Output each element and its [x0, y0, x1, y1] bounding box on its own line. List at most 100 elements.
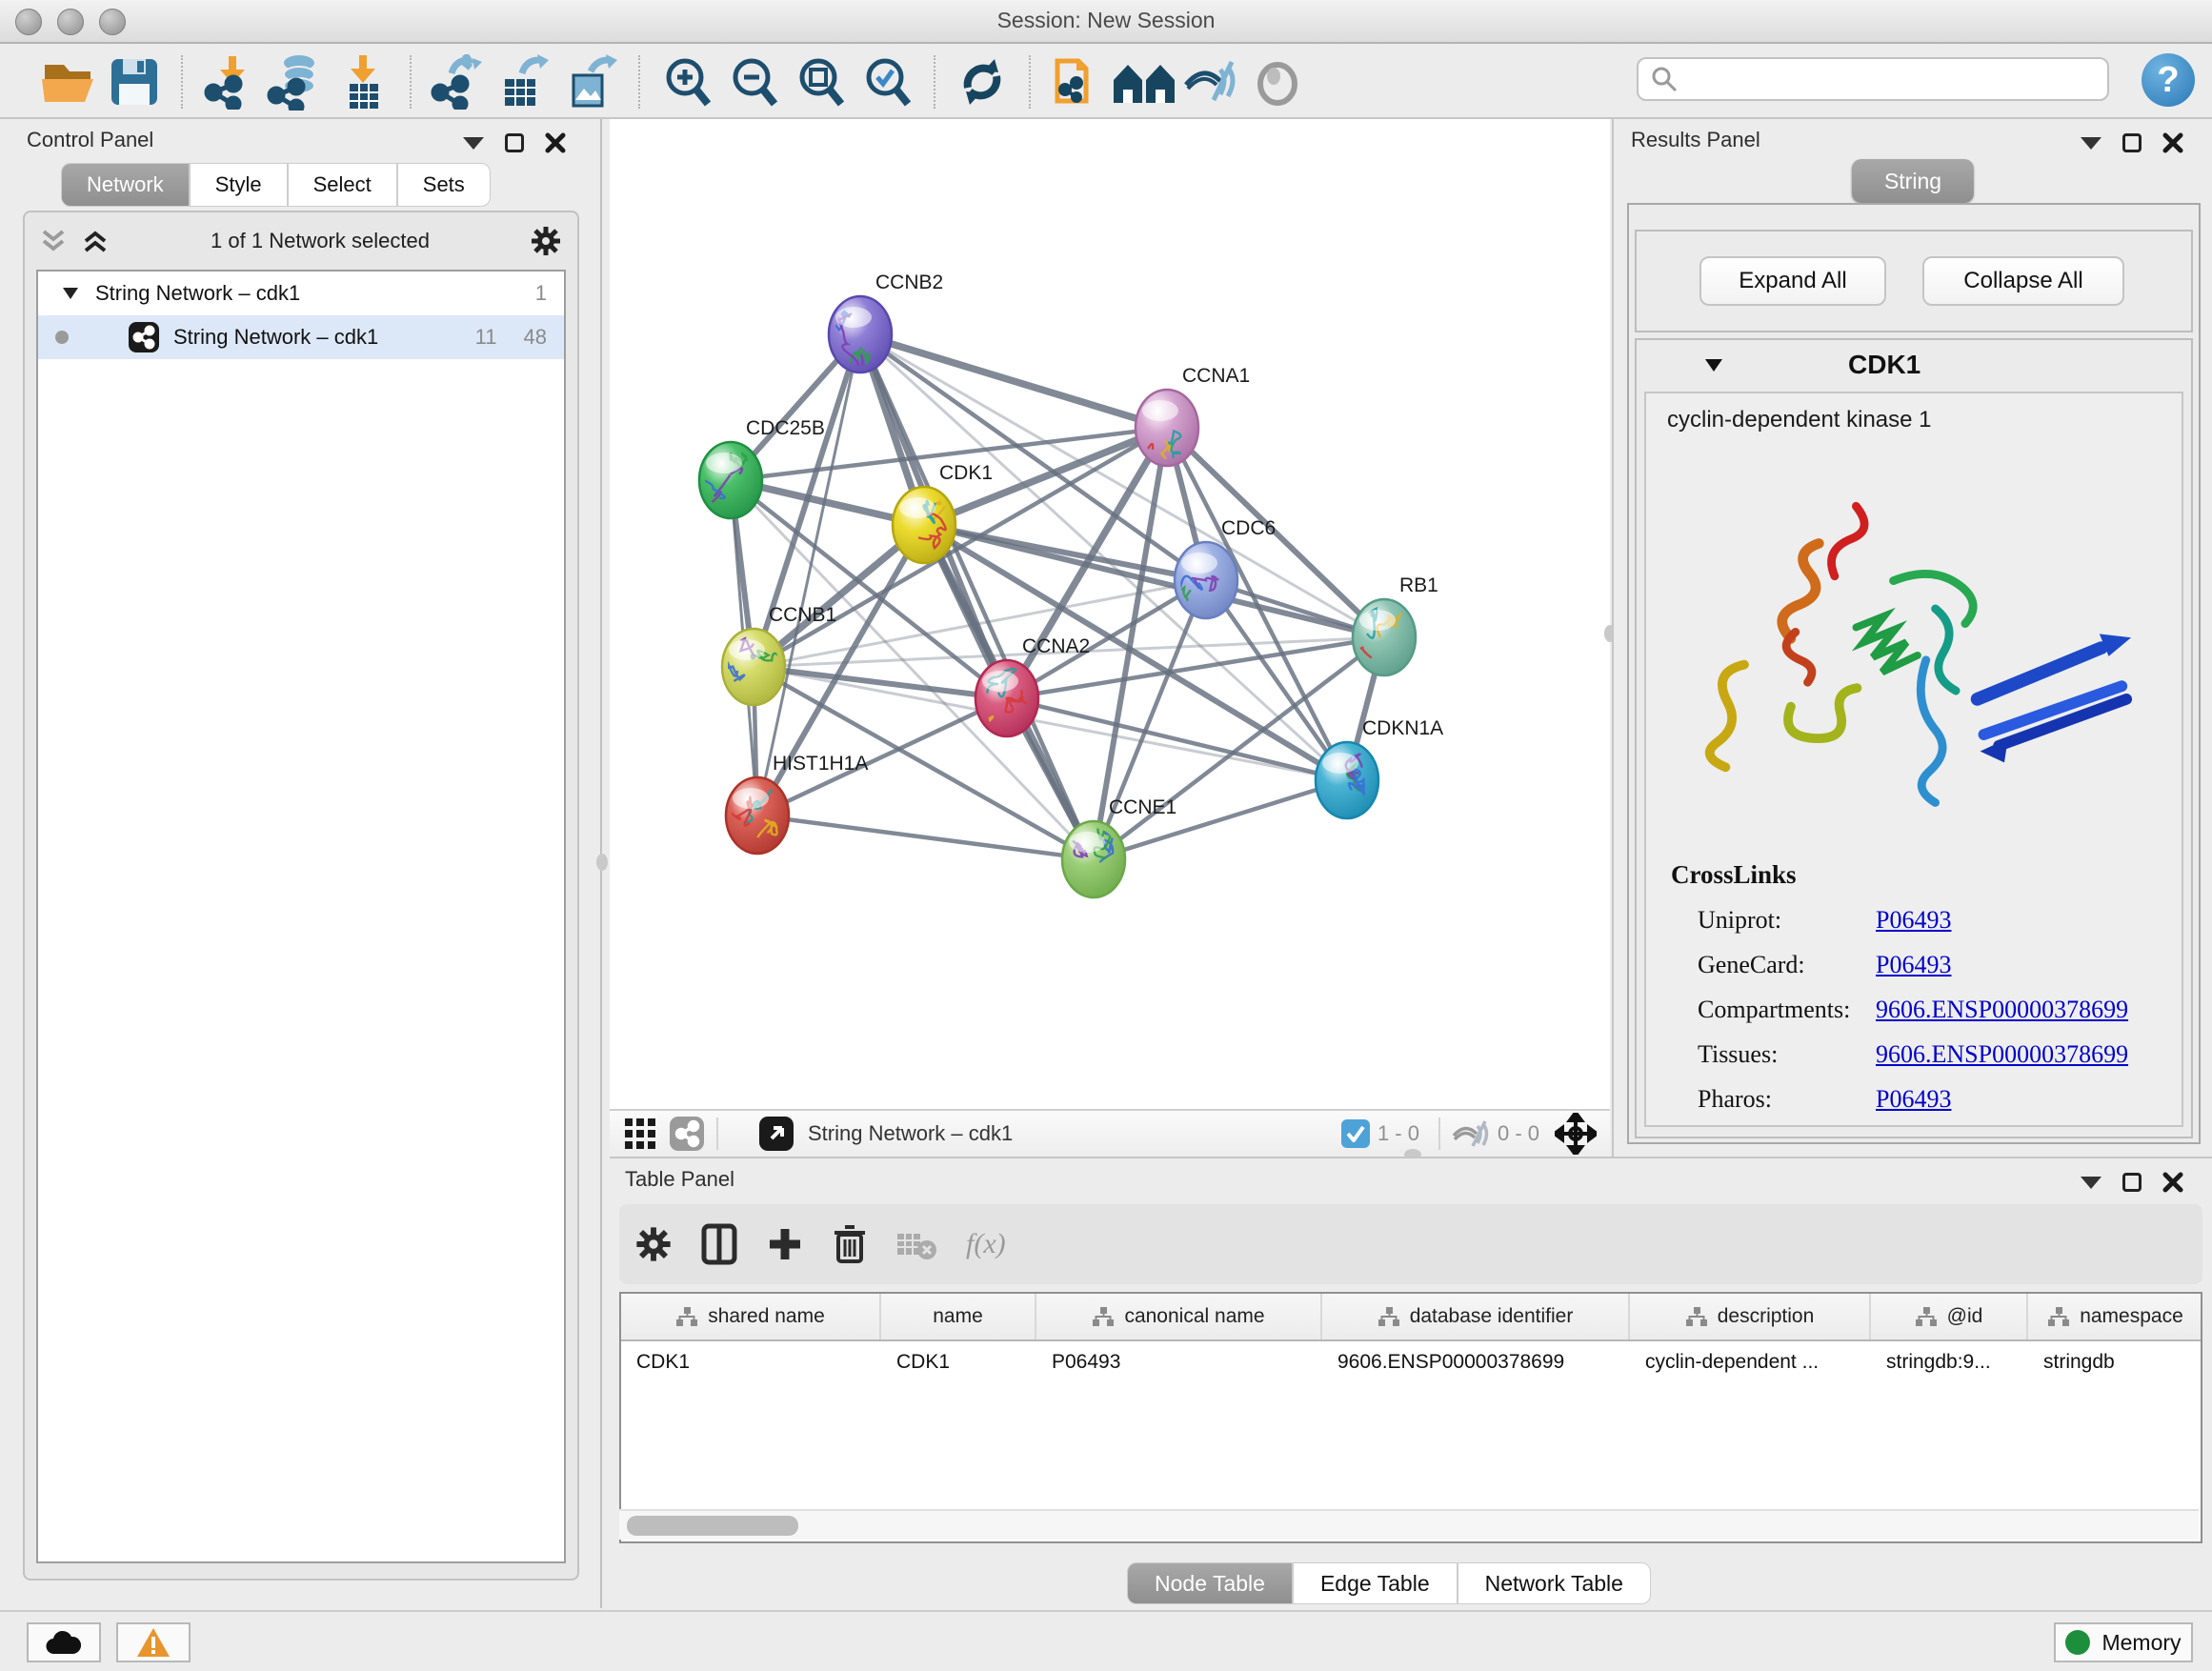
export-network-button[interactable] [425, 51, 492, 112]
selected-count-checkbox[interactable] [1341, 1119, 1370, 1148]
table-cell[interactable]: stringdb [2028, 1341, 2202, 1389]
tab-node-table[interactable]: Node Table [1127, 1562, 1293, 1604]
tab-sets[interactable]: Sets [397, 163, 491, 207]
collapse-all-button[interactable]: Collapse All [1922, 256, 2124, 306]
table-cell[interactable]: stringdb:9... [1871, 1341, 2028, 1389]
tab-network-table[interactable]: Network Table [1458, 1562, 1651, 1604]
table-cell[interactable]: CDK1 [881, 1341, 1036, 1389]
network-options-gear-icon[interactable] [530, 225, 562, 257]
panel-menu-icon[interactable] [2081, 1177, 2101, 1189]
delete-column-trash-icon[interactable] [833, 1223, 867, 1265]
close-panel-icon[interactable] [2162, 132, 2183, 153]
network-list-icon[interactable] [669, 1116, 705, 1152]
left-splitter-handle[interactable] [596, 854, 608, 871]
zoom-out-button[interactable] [720, 51, 787, 112]
open-session-button[interactable] [34, 51, 101, 112]
crosslink-value-link[interactable]: P06493 [1876, 951, 1951, 979]
window-title: Session: New Session [0, 8, 2212, 33]
tab-select[interactable]: Select [288, 163, 397, 207]
gene-section-header[interactable]: CDK1 [1637, 340, 2191, 390]
crosslink-value-link[interactable]: 9606.ENSP00000378699 [1876, 996, 2128, 1024]
warnings-button[interactable] [116, 1622, 191, 1662]
float-panel-icon[interactable] [505, 133, 524, 152]
add-column-icon[interactable] [766, 1225, 804, 1263]
search-input[interactable] [1637, 57, 2109, 101]
crosslink-value-link[interactable]: P06493 [1876, 1085, 1951, 1114]
close-panel-icon[interactable] [545, 132, 566, 153]
export-image-button[interactable] [558, 51, 625, 112]
network-node-cdkn1a[interactable]: CDKN1A [1316, 717, 1443, 818]
help-button[interactable]: ? [2142, 53, 2195, 107]
crosslink-value-link[interactable]: 9606.ENSP00000378699 [1876, 1040, 2128, 1069]
network-edge[interactable] [754, 667, 1007, 698]
table-row[interactable]: CDK1CDK1P064939606.ENSP00000378699cyclin… [621, 1341, 2201, 1389]
panel-menu-icon[interactable] [2081, 137, 2101, 150]
table-cell[interactable]: P06493 [1036, 1341, 1322, 1389]
save-session-button[interactable] [101, 51, 168, 112]
column-header-label: canonical name [1124, 1305, 1264, 1328]
network-edge[interactable] [860, 334, 1167, 428]
automation-cloud-button[interactable] [27, 1622, 101, 1662]
network-node-ccna1[interactable]: CCNA1 [1136, 365, 1250, 475]
section-expander-icon[interactable] [1703, 356, 1724, 373]
birdseye-view-icon[interactable] [758, 1116, 794, 1152]
network-edge[interactable] [1094, 780, 1347, 859]
grid-view-icon[interactable] [623, 1117, 657, 1151]
network-edge[interactable] [757, 815, 1094, 859]
network-edge[interactable] [860, 334, 1384, 637]
network-node-ccne1[interactable]: CCNE1 [1062, 796, 1176, 897]
tab-network[interactable]: Network [61, 163, 190, 207]
zoom-selected-button[interactable] [854, 51, 920, 112]
network-selection-status: 1 of 1 Network selected [111, 229, 530, 253]
network-node-ccnb2[interactable]: CCNB2 [829, 272, 943, 381]
zoom-fit-button[interactable] [787, 51, 854, 112]
float-panel-icon[interactable] [2122, 1173, 2142, 1192]
table-cell[interactable]: 9606.ENSP00000378699 [1322, 1341, 1630, 1389]
import-network-database-button[interactable] [263, 51, 330, 112]
network-canvas[interactable]: CCNB2CCNA1CDC25BCDK1CDC6RB1CCNB1CCNA2CDK… [610, 119, 1610, 1109]
export-table-button[interactable] [492, 51, 558, 112]
show-all-button[interactable] [1244, 51, 1311, 112]
import-table-file-button[interactable] [330, 51, 396, 112]
table-cell[interactable]: cyclin-dependent ... [1630, 1341, 1871, 1389]
new-network-from-selection-button[interactable] [1044, 51, 1111, 112]
network-edge[interactable] [860, 334, 1094, 859]
column-header--id[interactable]: @id [1871, 1294, 2028, 1339]
import-network-file-button[interactable] [196, 51, 263, 112]
select-columns-icon[interactable] [701, 1223, 737, 1265]
float-panel-icon[interactable] [2122, 133, 2142, 152]
network-edge[interactable] [757, 334, 860, 815]
table-horizontal-scrollbar[interactable] [619, 1509, 2199, 1540]
network-node-hist1h1a[interactable]: HIST1H1A [724, 753, 869, 854]
collapse-all-icon[interactable] [40, 229, 69, 253]
column-header-description[interactable]: description [1630, 1294, 1871, 1339]
close-panel-icon[interactable] [2162, 1172, 2183, 1193]
network-row[interactable]: String Network – cdk1 11 48 [38, 315, 564, 359]
crosslink-value-link[interactable]: P06493 [1876, 906, 1951, 935]
tab-style[interactable]: Style [190, 163, 288, 207]
network-collection-row[interactable]: String Network – cdk1 1 [38, 272, 564, 315]
first-neighbors-button[interactable] [1111, 51, 1177, 112]
fit-content-crosshair-icon[interactable] [1555, 1113, 1597, 1155]
memory-button[interactable]: Memory [2054, 1622, 2193, 1662]
collection-expander-icon[interactable] [61, 286, 80, 301]
column-header-canonical-name[interactable]: canonical name [1036, 1294, 1322, 1339]
tab-string[interactable]: String [1852, 159, 1974, 203]
table-options-gear-icon[interactable] [634, 1225, 673, 1263]
zoom-in-button[interactable] [654, 51, 720, 112]
node-table[interactable]: shared namename canonical name database id… [619, 1292, 2202, 1543]
scrollbar-thumb[interactable] [627, 1516, 798, 1536]
export-network-icon [433, 54, 482, 110]
tab-edge-table[interactable]: Edge Table [1293, 1562, 1458, 1604]
column-header-name[interactable]: name [881, 1294, 1036, 1339]
expand-all-button[interactable]: Expand All [1699, 256, 1886, 306]
apply-layout-button[interactable] [949, 51, 1016, 112]
hide-selected-button[interactable] [1177, 51, 1244, 112]
column-header-shared-name[interactable]: shared name [621, 1294, 881, 1339]
expand-all-icon[interactable] [82, 229, 111, 253]
panel-menu-icon[interactable] [463, 137, 484, 150]
column-header-namespace[interactable]: namespace [2028, 1294, 2202, 1339]
network-node-cdc25b[interactable]: CDC25B [675, 417, 825, 518]
column-header-database-identifier[interactable]: database identifier [1322, 1294, 1630, 1339]
table-cell[interactable]: CDK1 [621, 1341, 881, 1389]
